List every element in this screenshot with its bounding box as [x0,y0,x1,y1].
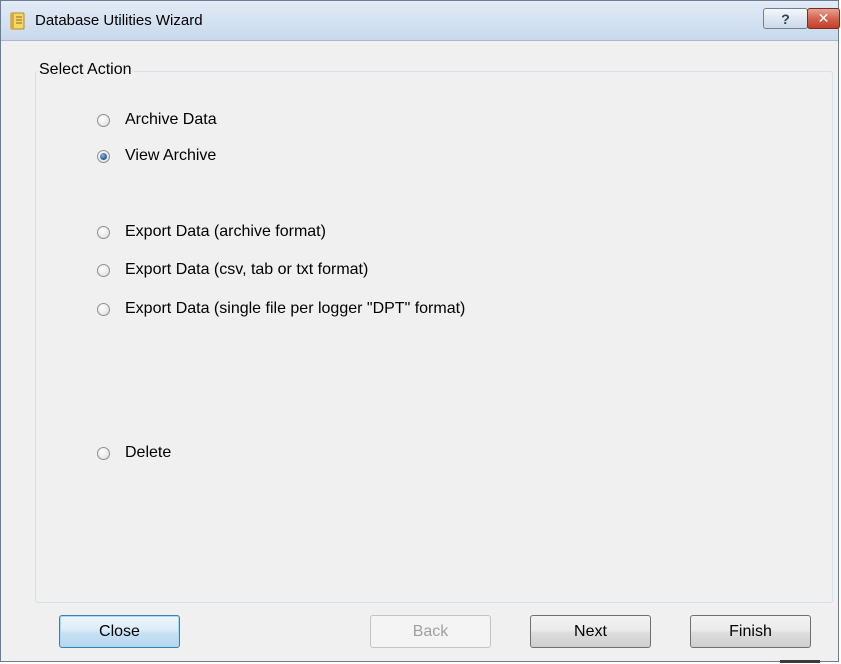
radio-export-archive-format[interactable]: Export Data (archive format) [97,221,326,243]
taskbar-edge [780,660,820,663]
finish-button[interactable]: Finish [690,615,811,648]
radio-export-dpt-format[interactable]: Export Data (single file per logger "DPT… [97,298,465,320]
window-title: Database Utilities Wizard [35,12,203,29]
radio-button[interactable] [97,225,110,239]
radio-label: Delete [125,444,172,461]
radio-label: View Archive [125,147,217,164]
radio-view-archive[interactable]: View Archive [97,145,216,167]
close-icon: ✕ [817,10,830,26]
radio-button[interactable] [97,113,110,127]
notebook-icon [10,12,25,30]
radio-label: Export Data (csv, tab or txt format) [125,261,369,278]
group-label: Select Action [37,61,134,79]
back-button: Back [370,615,491,648]
radio-button[interactable] [97,302,110,316]
wizard-window: Database Utilities Wizard ? ✕ Select Act… [0,0,840,662]
radio-archive-data[interactable]: Archive Data [97,109,217,131]
close-button[interactable]: Close [59,615,180,648]
radio-label: Export Data (single file per logger "DPT… [125,300,466,317]
help-button[interactable]: ? [763,8,808,29]
radio-button-selected[interactable] [97,149,110,163]
next-button[interactable]: Next [530,615,651,648]
radio-button[interactable] [97,446,110,460]
window-close-button[interactable]: ✕ [807,8,840,29]
help-icon: ? [781,10,790,27]
radio-button[interactable] [97,263,110,277]
radio-label: Archive Data [125,111,217,128]
radio-label: Export Data (archive format) [125,223,326,240]
radio-delete[interactable]: Delete [97,442,171,464]
radio-export-csv-format[interactable]: Export Data (csv, tab or txt format) [97,259,368,281]
title-bar[interactable]: Database Utilities Wizard ? ✕ [1,1,840,41]
